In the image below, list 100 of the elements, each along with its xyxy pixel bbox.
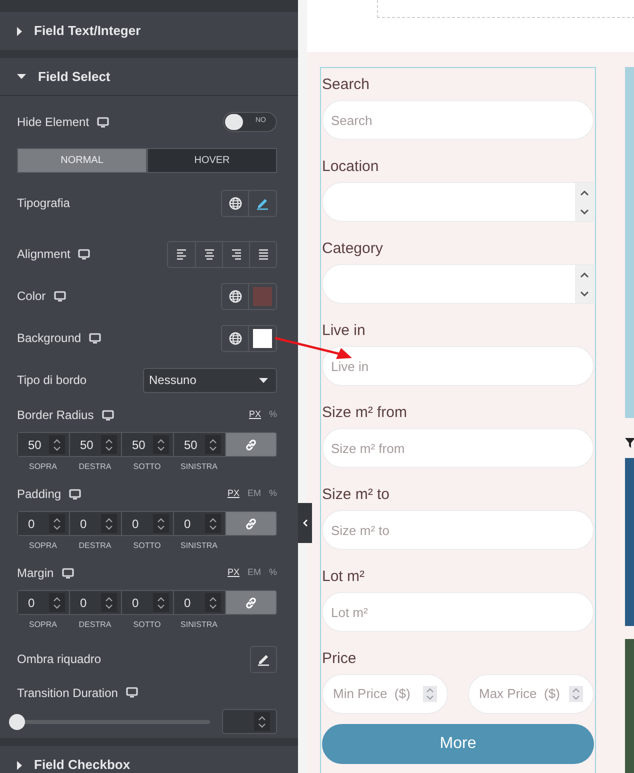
- stepper-icon: [105, 596, 113, 610]
- text-field[interactable]: Size m² from: [322, 428, 594, 468]
- control-label: Border Radius: [17, 407, 94, 424]
- stepper-icon: [53, 438, 61, 452]
- dimension-input[interactable]: 50: [18, 433, 70, 456]
- stepper-icon: [209, 596, 217, 610]
- dimension-input[interactable]: 0: [70, 512, 122, 535]
- dimension-input[interactable]: 0: [122, 512, 174, 535]
- chevron-left-icon: [302, 519, 308, 527]
- caret-right-icon: [17, 26, 22, 36]
- control-label: Hide Element: [17, 114, 90, 131]
- dimension-input[interactable]: 0: [174, 591, 226, 614]
- filter-icon: [625, 438, 634, 448]
- stepper-icon: [157, 516, 165, 530]
- field-label: Price: [322, 649, 358, 669]
- slider-thumb[interactable]: [9, 714, 25, 730]
- align-icon: [230, 247, 242, 261]
- globe-icon: [228, 332, 242, 344]
- pencil-icon: [257, 652, 270, 666]
- stepper-icon: [53, 516, 61, 530]
- control-label: Color: [17, 288, 46, 305]
- link-values-button[interactable]: [226, 591, 276, 614]
- text-field[interactable]: Live in: [322, 346, 594, 386]
- collapse-panel-button[interactable]: [298, 503, 312, 543]
- state-tab[interactable]: HOVER: [147, 148, 277, 173]
- align-icon: [175, 247, 188, 261]
- dimension-input[interactable]: 50: [122, 433, 174, 456]
- field-label: Lot m²: [322, 567, 366, 587]
- link-icon: [245, 438, 257, 450]
- dimension-caption: DESTRA: [78, 461, 112, 473]
- dimension-caption: SOTTO: [133, 619, 161, 631]
- section-header[interactable]: Field Text/Integer: [0, 12, 298, 50]
- slider[interactable]: [9, 714, 210, 730]
- edit-button[interactable]: [250, 646, 277, 672]
- stepper-icon: [209, 516, 217, 530]
- dimension-input[interactable]: 50: [174, 433, 226, 456]
- stepper-icon: [157, 596, 165, 610]
- field-label: Location: [322, 157, 380, 177]
- align-icon: [202, 247, 216, 261]
- unit-option[interactable]: PX: [227, 487, 240, 501]
- control-label: Tipo di bordo: [17, 372, 87, 389]
- link-values-button[interactable]: [226, 433, 276, 456]
- stepper-icon: [209, 438, 217, 452]
- stepper-icon: [157, 438, 165, 452]
- field-label: Size m² to: [322, 485, 391, 505]
- dimension-caption: DESTRA: [78, 619, 112, 631]
- unit-option[interactable]: PX: [227, 566, 240, 580]
- dimension-caption: SOTTO: [133, 461, 161, 473]
- field-label: Live in: [322, 321, 366, 341]
- state-tab[interactable]: NORMAL: [17, 148, 147, 173]
- dimension-caption: DESTRA: [78, 540, 112, 552]
- unit-option[interactable]: EM: [247, 487, 261, 501]
- text-field[interactable]: Search: [322, 100, 594, 140]
- field-label: Size m² from: [322, 403, 408, 423]
- dimension-input[interactable]: 0: [70, 591, 122, 614]
- dimension-caption: SOTTO: [133, 540, 161, 552]
- dimension-caption: SINISTRA: [180, 619, 218, 631]
- dimension-caption: SINISTRA: [180, 461, 218, 473]
- control-label: Alignment: [17, 246, 70, 263]
- globe-icon: [228, 290, 242, 302]
- control-label: Margin: [17, 565, 54, 582]
- dimension-input[interactable]: 0: [18, 512, 70, 535]
- text-field[interactable]: Lot m²: [322, 592, 594, 632]
- link-icon: [245, 518, 257, 530]
- caret-down-icon: [17, 74, 26, 80]
- unit-option[interactable]: PX: [248, 408, 261, 422]
- unit-option[interactable]: EM: [247, 566, 261, 580]
- caret-down-icon: [259, 378, 268, 382]
- stepper-icon: [53, 596, 61, 610]
- stepper-icon: [105, 438, 113, 452]
- stepper-icon: [426, 687, 434, 701]
- number-input[interactable]: [222, 709, 277, 734]
- border-type-select[interactable]: Nessuno: [143, 368, 277, 392]
- stepper-icon: [258, 714, 266, 728]
- caret-right-icon: [17, 760, 22, 770]
- align-icon: [256, 247, 270, 261]
- number-field[interactable]: [322, 264, 594, 304]
- number-field[interactable]: [322, 182, 594, 222]
- stepper-icon: [105, 516, 113, 530]
- globe-icon: [228, 196, 242, 210]
- field-label: Category: [322, 239, 384, 259]
- pencil-icon: [256, 196, 269, 210]
- dimension-caption: SOPRA: [28, 540, 57, 552]
- dimension-caption: SINISTRA: [180, 540, 218, 552]
- unit-option[interactable]: %: [268, 487, 277, 501]
- dimension-input[interactable]: 0: [122, 591, 174, 614]
- unit-option[interactable]: %: [268, 566, 277, 580]
- control-label: Background: [17, 330, 82, 347]
- text-field[interactable]: Size m² to: [322, 510, 594, 550]
- dimension-input[interactable]: 0: [174, 512, 226, 535]
- field-label: Search: [322, 75, 371, 95]
- link-values-button[interactable]: [226, 512, 276, 535]
- dimension-input[interactable]: 50: [70, 433, 122, 456]
- control-label: Tipografia: [17, 195, 70, 212]
- unit-option[interactable]: %: [268, 408, 277, 422]
- dimension-input[interactable]: 0: [18, 591, 70, 614]
- section-header[interactable]: Field Checkbox: [0, 746, 298, 773]
- dimension-caption: SOPRA: [28, 619, 57, 631]
- control-label: Padding: [17, 486, 62, 503]
- control-label: Ombra riquadro: [17, 651, 102, 668]
